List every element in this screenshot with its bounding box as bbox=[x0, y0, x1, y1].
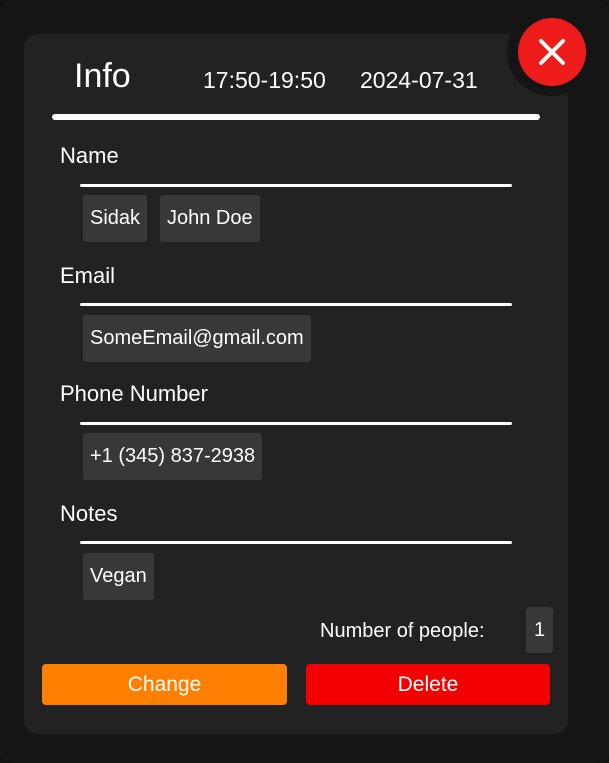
phone-label: Phone Number bbox=[60, 381, 208, 406]
header-divider bbox=[52, 114, 540, 120]
last-name-value: John Doe bbox=[160, 195, 260, 242]
change-button[interactable]: Change bbox=[42, 664, 287, 705]
delete-button[interactable]: Delete bbox=[306, 664, 550, 705]
notes-label: Notes bbox=[60, 501, 118, 526]
first-name-value: Sidak bbox=[83, 195, 148, 242]
email-label: Email bbox=[60, 263, 116, 288]
notes-value: Vegan bbox=[83, 553, 154, 600]
phone-divider bbox=[80, 422, 512, 425]
email-value: SomeEmail@gmail.com bbox=[83, 315, 311, 362]
people-count-value: 1 bbox=[526, 607, 553, 653]
notes-divider bbox=[80, 541, 512, 544]
time-range: 17:50-19:50 bbox=[203, 67, 326, 93]
page-title: Info bbox=[74, 57, 131, 95]
name-label: Name bbox=[60, 143, 119, 168]
close-icon bbox=[539, 39, 565, 65]
email-divider bbox=[80, 303, 512, 306]
phone-value: +1 (345) 837-2938 bbox=[83, 433, 263, 480]
close-button[interactable] bbox=[518, 18, 586, 86]
people-count-label: Number of people: bbox=[320, 620, 485, 642]
name-divider bbox=[80, 184, 512, 187]
date: 2024-07-31 bbox=[360, 67, 478, 93]
